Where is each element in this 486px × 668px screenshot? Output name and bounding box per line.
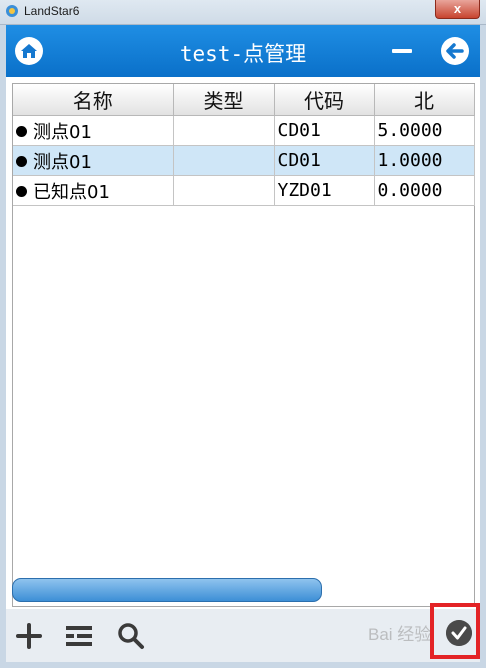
table-row-selected[interactable]: 测点01 CD01 1.0000 — [13, 145, 475, 176]
cell-type — [173, 175, 275, 206]
cell-name: 测点01 — [13, 115, 174, 146]
search-icon[interactable] — [116, 621, 146, 651]
point-name: 已知点01 — [33, 181, 110, 203]
app-header: test-点管理 — [6, 25, 480, 77]
back-arrow-icon[interactable] — [440, 36, 470, 66]
cell-type — [173, 145, 275, 176]
window-frame-right — [480, 25, 486, 668]
plus-icon[interactable] — [14, 621, 44, 651]
column-header-north[interactable]: 北 — [374, 84, 475, 116]
horizontal-scrollbar[interactable] — [12, 578, 322, 602]
minus-button[interactable] — [392, 49, 412, 53]
cell-type — [173, 115, 275, 146]
points-table: 名称 类型 代码 北 测点01 CD01 5.0000 测点01 CD01 1.… — [12, 83, 475, 607]
window-title: LandStar6 — [24, 4, 80, 18]
point-dot-icon — [16, 155, 27, 167]
page-title: test-点管理 — [179, 42, 307, 66]
table-row[interactable]: 已知点01 YZD01 0.0000 — [13, 175, 475, 206]
cell-north: 5.0000 — [374, 115, 475, 146]
point-name: 测点01 — [33, 151, 92, 173]
window-close-button[interactable]: x — [435, 0, 480, 19]
watermark: Bai 经验 — [368, 625, 432, 644]
column-header-name[interactable]: 名称 — [13, 84, 174, 116]
app-content: test-点管理 名称 类型 代码 北 测点01 CD01 5.0000 测点0… — [6, 25, 480, 662]
cell-name: 已知点01 — [13, 175, 174, 206]
table-row[interactable]: 测点01 CD01 5.0000 — [13, 115, 475, 146]
column-header-code[interactable]: 代码 — [274, 84, 375, 116]
point-name: 测点01 — [33, 121, 92, 143]
point-dot-icon — [16, 125, 27, 137]
table-header-row: 名称 类型 代码 北 — [13, 84, 475, 116]
window-titlebar: LandStar6 x — [0, 0, 486, 25]
window-frame-bottom — [0, 662, 486, 668]
app-icon — [6, 5, 18, 17]
point-dot-icon — [16, 185, 27, 197]
cell-name: 测点01 — [13, 145, 174, 176]
cell-code: CD01 — [274, 145, 375, 176]
check-icon[interactable] — [446, 620, 472, 646]
cell-north: 0.0000 — [374, 175, 475, 206]
column-header-type[interactable]: 类型 — [173, 84, 275, 116]
list-icon[interactable] — [64, 621, 94, 651]
cell-north: 1.0000 — [374, 145, 475, 176]
cell-code: YZD01 — [274, 175, 375, 206]
cell-code: CD01 — [274, 115, 375, 146]
